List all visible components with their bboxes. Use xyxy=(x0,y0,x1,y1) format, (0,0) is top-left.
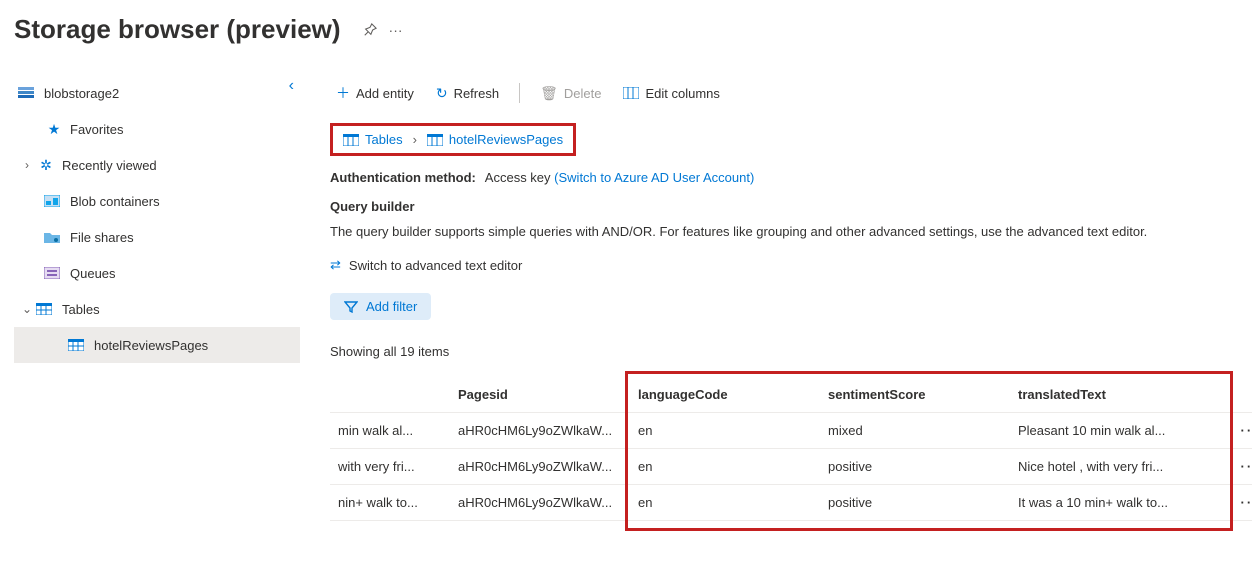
pin-icon[interactable] xyxy=(363,23,377,37)
table-cell[interactable]: en xyxy=(630,449,820,485)
button-label: Add entity xyxy=(356,86,414,101)
table-cell[interactable]: aHR0cHM6Ly9oZWlkaW... xyxy=(450,449,630,485)
main-content: ＋ Add entity ↻ Refresh 🗑 Delete Edit col… xyxy=(300,75,1252,521)
folder-share-icon xyxy=(44,231,64,243)
results-table: Pagesid languageCode sentimentScore tran… xyxy=(330,377,1252,521)
table-cell[interactable]: Pleasant 10 min walk al... xyxy=(1010,413,1230,449)
table-icon xyxy=(36,303,56,315)
more-icon[interactable]: ··· xyxy=(389,22,403,38)
table-cell[interactable]: It was a 10 min+ walk to... xyxy=(1010,485,1230,521)
plus-icon: ＋ xyxy=(336,83,350,103)
star-icon: ★ xyxy=(44,121,64,138)
switch-text-editor-link[interactable]: ⇄ Switch to advanced text editor xyxy=(330,257,1252,273)
table-cell[interactable]: mixed xyxy=(820,413,1010,449)
button-label: Refresh xyxy=(454,86,500,101)
chevron-right-icon: › xyxy=(413,132,417,147)
button-label: Edit columns xyxy=(645,86,719,101)
col-header-pagesid[interactable]: Pagesid xyxy=(450,377,630,413)
separator xyxy=(519,83,520,103)
table-cell[interactable]: min walk al... xyxy=(330,413,450,449)
sidebar-item-label: Queues xyxy=(70,266,116,281)
col-header-sentimentscore[interactable]: sentimentScore xyxy=(820,377,1010,413)
sidebar-item-label: Favorites xyxy=(70,122,123,137)
table-cell[interactable]: aHR0cHM6Ly9oZWlkaW... xyxy=(450,413,630,449)
filter-icon xyxy=(344,301,358,313)
breadcrumb-root[interactable]: Tables xyxy=(343,132,403,147)
sidebar-item-label: Recently viewed xyxy=(62,158,157,173)
chevron-down-icon[interactable]: ⌄ xyxy=(18,302,36,316)
col-header-translatedtext[interactable]: translatedText xyxy=(1010,377,1230,413)
chevron-left-icon[interactable]: ‹ xyxy=(289,77,294,95)
sidebar-item-tables[interactable]: ⌄ Tables xyxy=(14,291,300,327)
button-label: Add filter xyxy=(366,299,417,314)
row-more-icon[interactable]: ··· xyxy=(1230,413,1252,449)
columns-icon xyxy=(623,87,639,99)
auth-label: Authentication method: xyxy=(330,170,476,185)
table-cell[interactable]: en xyxy=(630,413,820,449)
storage-icon xyxy=(18,87,38,99)
row-more-icon[interactable]: ··· xyxy=(1230,485,1252,521)
sidebar-item-label: blobstorage2 xyxy=(44,86,119,101)
table-cell[interactable]: en xyxy=(630,485,820,521)
gear-icon: ✲ xyxy=(36,157,56,174)
sidebar-item-label: hotelReviewsPages xyxy=(94,338,208,353)
trash-icon: 🗑 xyxy=(540,85,558,102)
add-entity-button[interactable]: ＋ Add entity xyxy=(330,77,420,109)
col-header-actions xyxy=(1230,377,1252,413)
result-count: Showing all 19 items xyxy=(330,344,1252,359)
query-builder-heading: Query builder xyxy=(330,199,1252,214)
page-title: Storage browser (preview) xyxy=(14,14,341,45)
blob-icon xyxy=(44,195,64,207)
breadcrumb-current[interactable]: hotelReviewsPages xyxy=(427,132,563,147)
auth-method-row: Authentication method: Access key (Switc… xyxy=(330,170,1252,185)
button-label: Delete xyxy=(564,86,602,101)
table-cell[interactable]: nin+ walk to... xyxy=(330,485,450,521)
sidebar-item-label: File shares xyxy=(70,230,134,245)
sidebar-item-favorites[interactable]: ★ Favorites xyxy=(14,111,300,147)
table-icon xyxy=(68,339,88,351)
sidebar: ‹ blobstorage2 ★ Favorites › ✲ Recently … xyxy=(0,75,300,521)
sidebar-item-table-child[interactable]: hotelReviewsPages xyxy=(14,327,300,363)
sidebar-item-label: Tables xyxy=(62,302,100,317)
col-header[interactable] xyxy=(330,377,450,413)
sidebar-item-account[interactable]: blobstorage2 xyxy=(14,75,300,111)
refresh-button[interactable]: ↻ Refresh xyxy=(430,77,505,109)
auth-switch-link[interactable]: (Switch to Azure AD User Account) xyxy=(554,170,754,185)
delete-button: 🗑 Delete xyxy=(534,77,607,109)
row-more-icon[interactable]: ··· xyxy=(1230,449,1252,485)
sidebar-item-recent[interactable]: › ✲ Recently viewed xyxy=(14,147,300,183)
col-header-languagecode[interactable]: languageCode xyxy=(630,377,820,413)
edit-columns-button[interactable]: Edit columns xyxy=(617,77,725,109)
toolbar: ＋ Add entity ↻ Refresh 🗑 Delete Edit col… xyxy=(330,75,1252,111)
sidebar-item-fileshares[interactable]: File shares xyxy=(14,219,300,255)
table-cell[interactable]: positive xyxy=(820,485,1010,521)
table-cell[interactable]: aHR0cHM6Ly9oZWlkaW... xyxy=(450,485,630,521)
page-header: Storage browser (preview) ··· xyxy=(0,0,1252,45)
breadcrumb: Tables › hotelReviewsPages xyxy=(330,123,576,156)
table-cell[interactable]: with very fri... xyxy=(330,449,450,485)
auth-value: Access key xyxy=(485,170,551,185)
refresh-icon: ↻ xyxy=(436,85,448,102)
chevron-right-icon[interactable]: › xyxy=(18,158,36,172)
table-icon xyxy=(427,134,443,146)
table-cell[interactable]: Nice hotel , with very fri... xyxy=(1010,449,1230,485)
link-label: Switch to advanced text editor xyxy=(349,258,522,273)
table-cell[interactable]: positive xyxy=(820,449,1010,485)
add-filter-button[interactable]: Add filter xyxy=(330,293,431,320)
sidebar-item-queues[interactable]: Queues xyxy=(14,255,300,291)
query-builder-desc: The query builder supports simple querie… xyxy=(330,224,1252,239)
sidebar-item-label: Blob containers xyxy=(70,194,160,209)
sidebar-item-blob[interactable]: Blob containers xyxy=(14,183,300,219)
swap-icon: ⇄ xyxy=(330,257,341,273)
queue-icon xyxy=(44,267,64,279)
table-icon xyxy=(343,134,359,146)
